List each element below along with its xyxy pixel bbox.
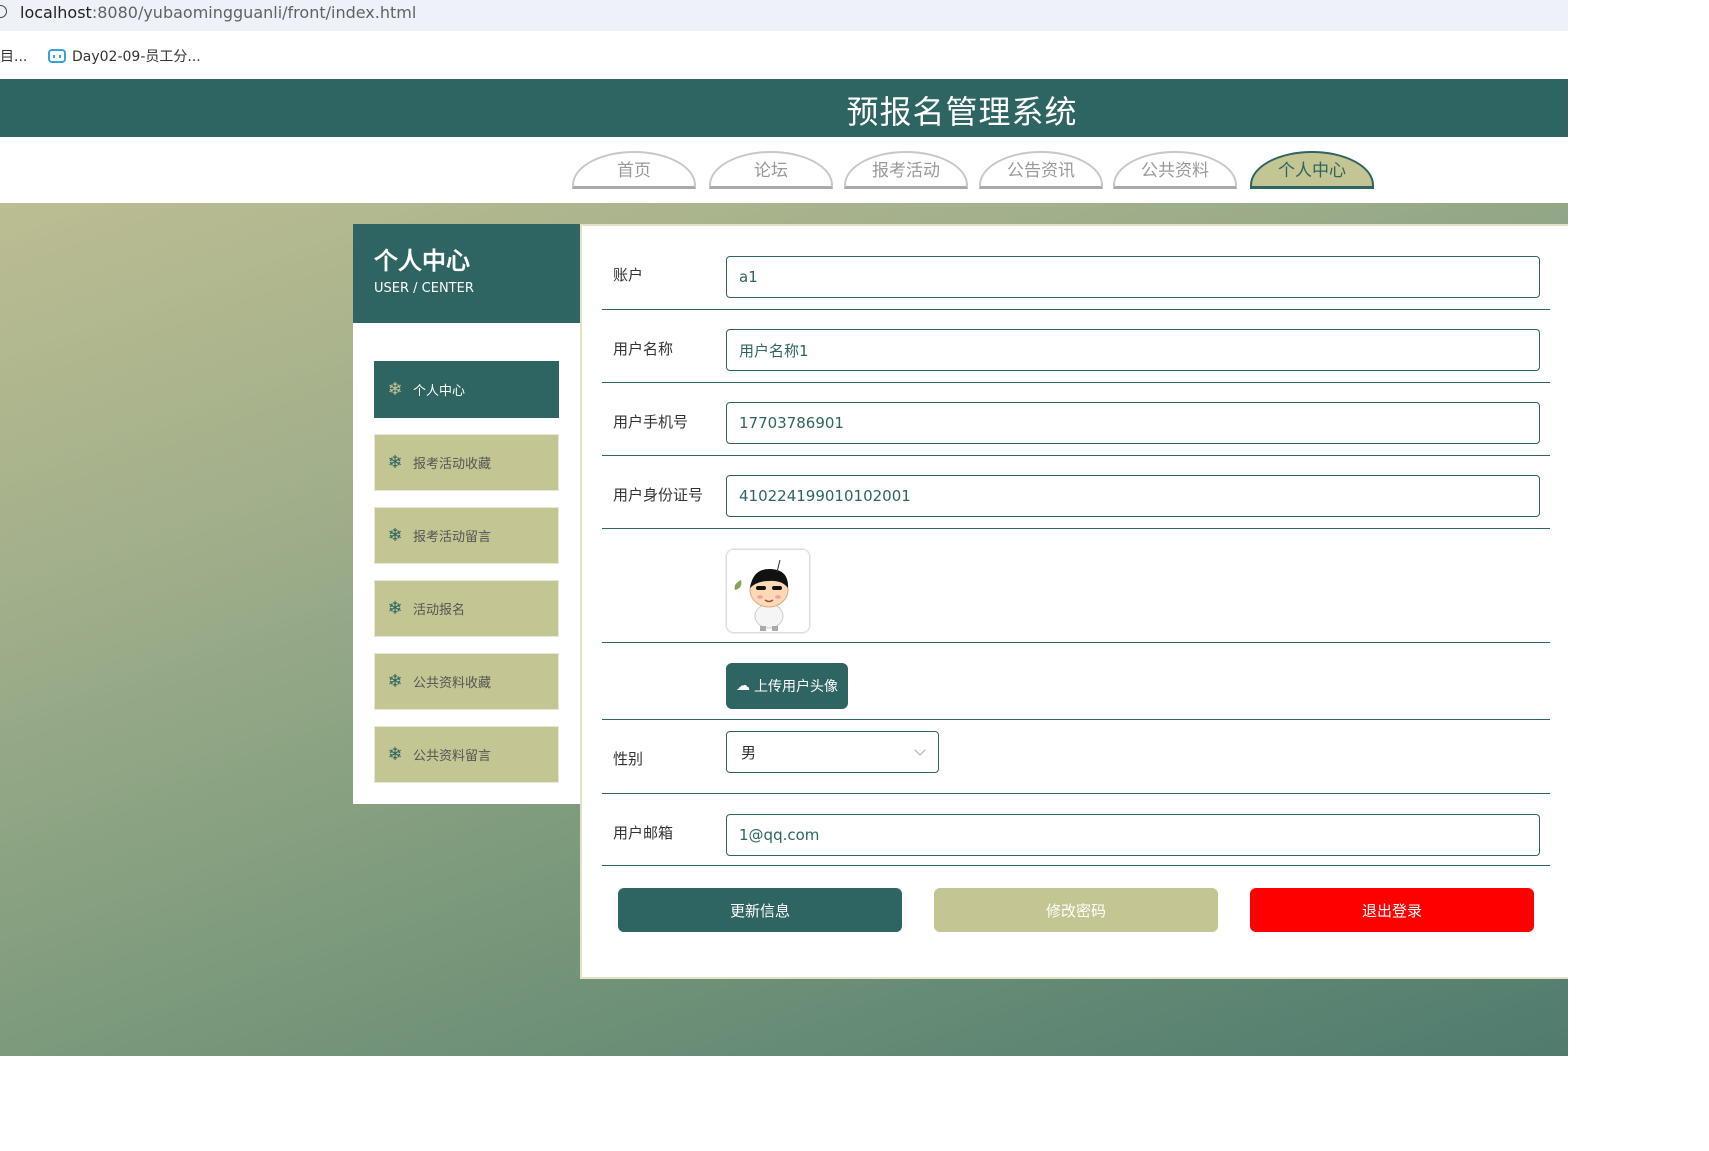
sidebar: 个人中心 USER / CENTER ❄ 个人中心 ❄ 报考活动收藏 ❄ 报考活… — [353, 224, 580, 804]
gender-select[interactable]: 男 — [726, 731, 939, 773]
nav-tab-home[interactable]: 首页 — [572, 151, 696, 189]
email-label: 用户邮箱 — [613, 824, 674, 842]
sidebar-item-label: 公共资料收藏 — [413, 676, 492, 691]
sidebar-item-activity-signup[interactable]: ❄ 活动报名 — [374, 580, 559, 637]
url-path: :8080/yubaomingguanli/front/index.html — [91, 3, 417, 22]
avatar-cartoon-icon — [727, 550, 809, 632]
account-label: 账户 — [613, 266, 644, 284]
update-info-button[interactable]: 更新信息 — [618, 888, 902, 932]
bookmark-item[interactable]: Day02-09-员工分... — [48, 46, 201, 66]
nav-tab-announcements[interactable]: 公告资讯 — [979, 151, 1103, 189]
form-row-phone: 用户手机号 17703786901 — [602, 383, 1550, 456]
snowflake-icon: ❄ — [387, 671, 403, 692]
username-field[interactable]: 用户名称1 — [726, 329, 1540, 371]
form-row-idcard: 用户身份证号 410224199010102001 — [602, 456, 1550, 529]
sidebar-item-label: 公共资料留言 — [413, 749, 492, 764]
snowflake-icon: ❄ — [387, 744, 403, 765]
chevron-down-icon — [914, 743, 926, 756]
sidebar-item-resource-favorites[interactable]: ❄ 公共资料收藏 — [374, 653, 559, 710]
profile-form: 账户 a1 用户名称 用户名称1 用户手机号 17703786901 用户身份证… — [580, 224, 1568, 979]
main-nav: 首页 论坛 报考活动 公告资讯 公共资料 个人中心 — [0, 137, 1568, 203]
form-row-avatar — [602, 529, 1550, 643]
sidebar-header: 个人中心 USER / CENTER — [353, 224, 580, 323]
upload-button-label: 上传用户头像 — [754, 679, 838, 695]
sidebar-title: 个人中心 — [374, 247, 470, 275]
sidebar-subtitle: USER / CENTER — [374, 281, 474, 296]
upload-avatar-button[interactable]: ☁ 上传用户头像 — [726, 663, 848, 709]
email-field[interactable]: 1@qq.com — [726, 814, 1540, 856]
gender-value: 男 — [741, 743, 757, 762]
sidebar-item-exam-comments[interactable]: ❄ 报考活动留言 — [374, 507, 559, 564]
account-field[interactable]: a1 — [726, 256, 1540, 298]
sidebar-item-label: 个人中心 — [413, 384, 466, 399]
phone-field[interactable]: 17703786901 — [726, 402, 1540, 444]
form-row-upload: ☁ 上传用户头像 — [602, 643, 1550, 720]
nav-tab-public-resources[interactable]: 公共资料 — [1113, 151, 1237, 189]
bilibili-icon — [48, 49, 66, 63]
logout-button[interactable]: 退出登录 — [1250, 888, 1534, 932]
sidebar-item-personal-center[interactable]: ❄ 个人中心 — [374, 361, 559, 418]
username-label: 用户名称 — [613, 340, 674, 358]
form-row-email: 用户邮箱 1@qq.com — [602, 794, 1550, 866]
idcard-field[interactable]: 410224199010102001 — [726, 475, 1540, 517]
nav-tab-forum[interactable]: 论坛 — [709, 151, 833, 189]
snowflake-icon: ❄ — [387, 598, 403, 619]
site-header: 预报名管理系统 — [0, 79, 1568, 137]
snowflake-icon: ❄ — [387, 525, 403, 546]
nav-tab-exam-activity[interactable]: 报考活动 — [844, 151, 968, 189]
form-row-account: 账户 a1 — [602, 246, 1550, 310]
nav-tab-personal-center[interactable]: 个人中心 — [1250, 151, 1374, 189]
site-info-icon[interactable] — [0, 5, 7, 18]
phone-label: 用户手机号 — [613, 413, 689, 431]
sidebar-item-label: 活动报名 — [413, 603, 466, 618]
bookmark-item[interactable]: 目... — [0, 46, 27, 66]
url-text[interactable]: localhost:8080/yubaomingguanli/front/ind… — [20, 3, 416, 22]
sidebar-item-label: 报考活动留言 — [413, 530, 492, 545]
sidebar-item-label: 报考活动收藏 — [413, 457, 492, 472]
form-row-gender: 性别 男 — [602, 720, 1550, 794]
bookmark-label: Day02-09-员工分... — [72, 49, 201, 65]
form-row-username: 用户名称 用户名称1 — [602, 310, 1550, 383]
address-bar[interactable]: localhost:8080/yubaomingguanli/front/ind… — [0, 0, 1568, 31]
bookmarks-bar: 目... Day02-09-员工分... — [0, 31, 1568, 79]
cloud-upload-icon: ☁ — [736, 678, 750, 694]
sidebar-item-exam-favorites[interactable]: ❄ 报考活动收藏 — [374, 434, 559, 491]
idcard-label: 用户身份证号 — [613, 486, 704, 504]
site-title: 预报名管理系统 — [846, 93, 1078, 131]
snowflake-icon: ❄ — [387, 452, 403, 473]
change-password-button[interactable]: 修改密码 — [934, 888, 1218, 932]
snowflake-icon: ❄ — [387, 379, 403, 400]
sidebar-item-resource-comments[interactable]: ❄ 公共资料留言 — [374, 726, 559, 783]
gender-label: 性别 — [613, 750, 644, 768]
url-host: localhost — [20, 3, 92, 22]
avatar-image — [726, 549, 810, 633]
